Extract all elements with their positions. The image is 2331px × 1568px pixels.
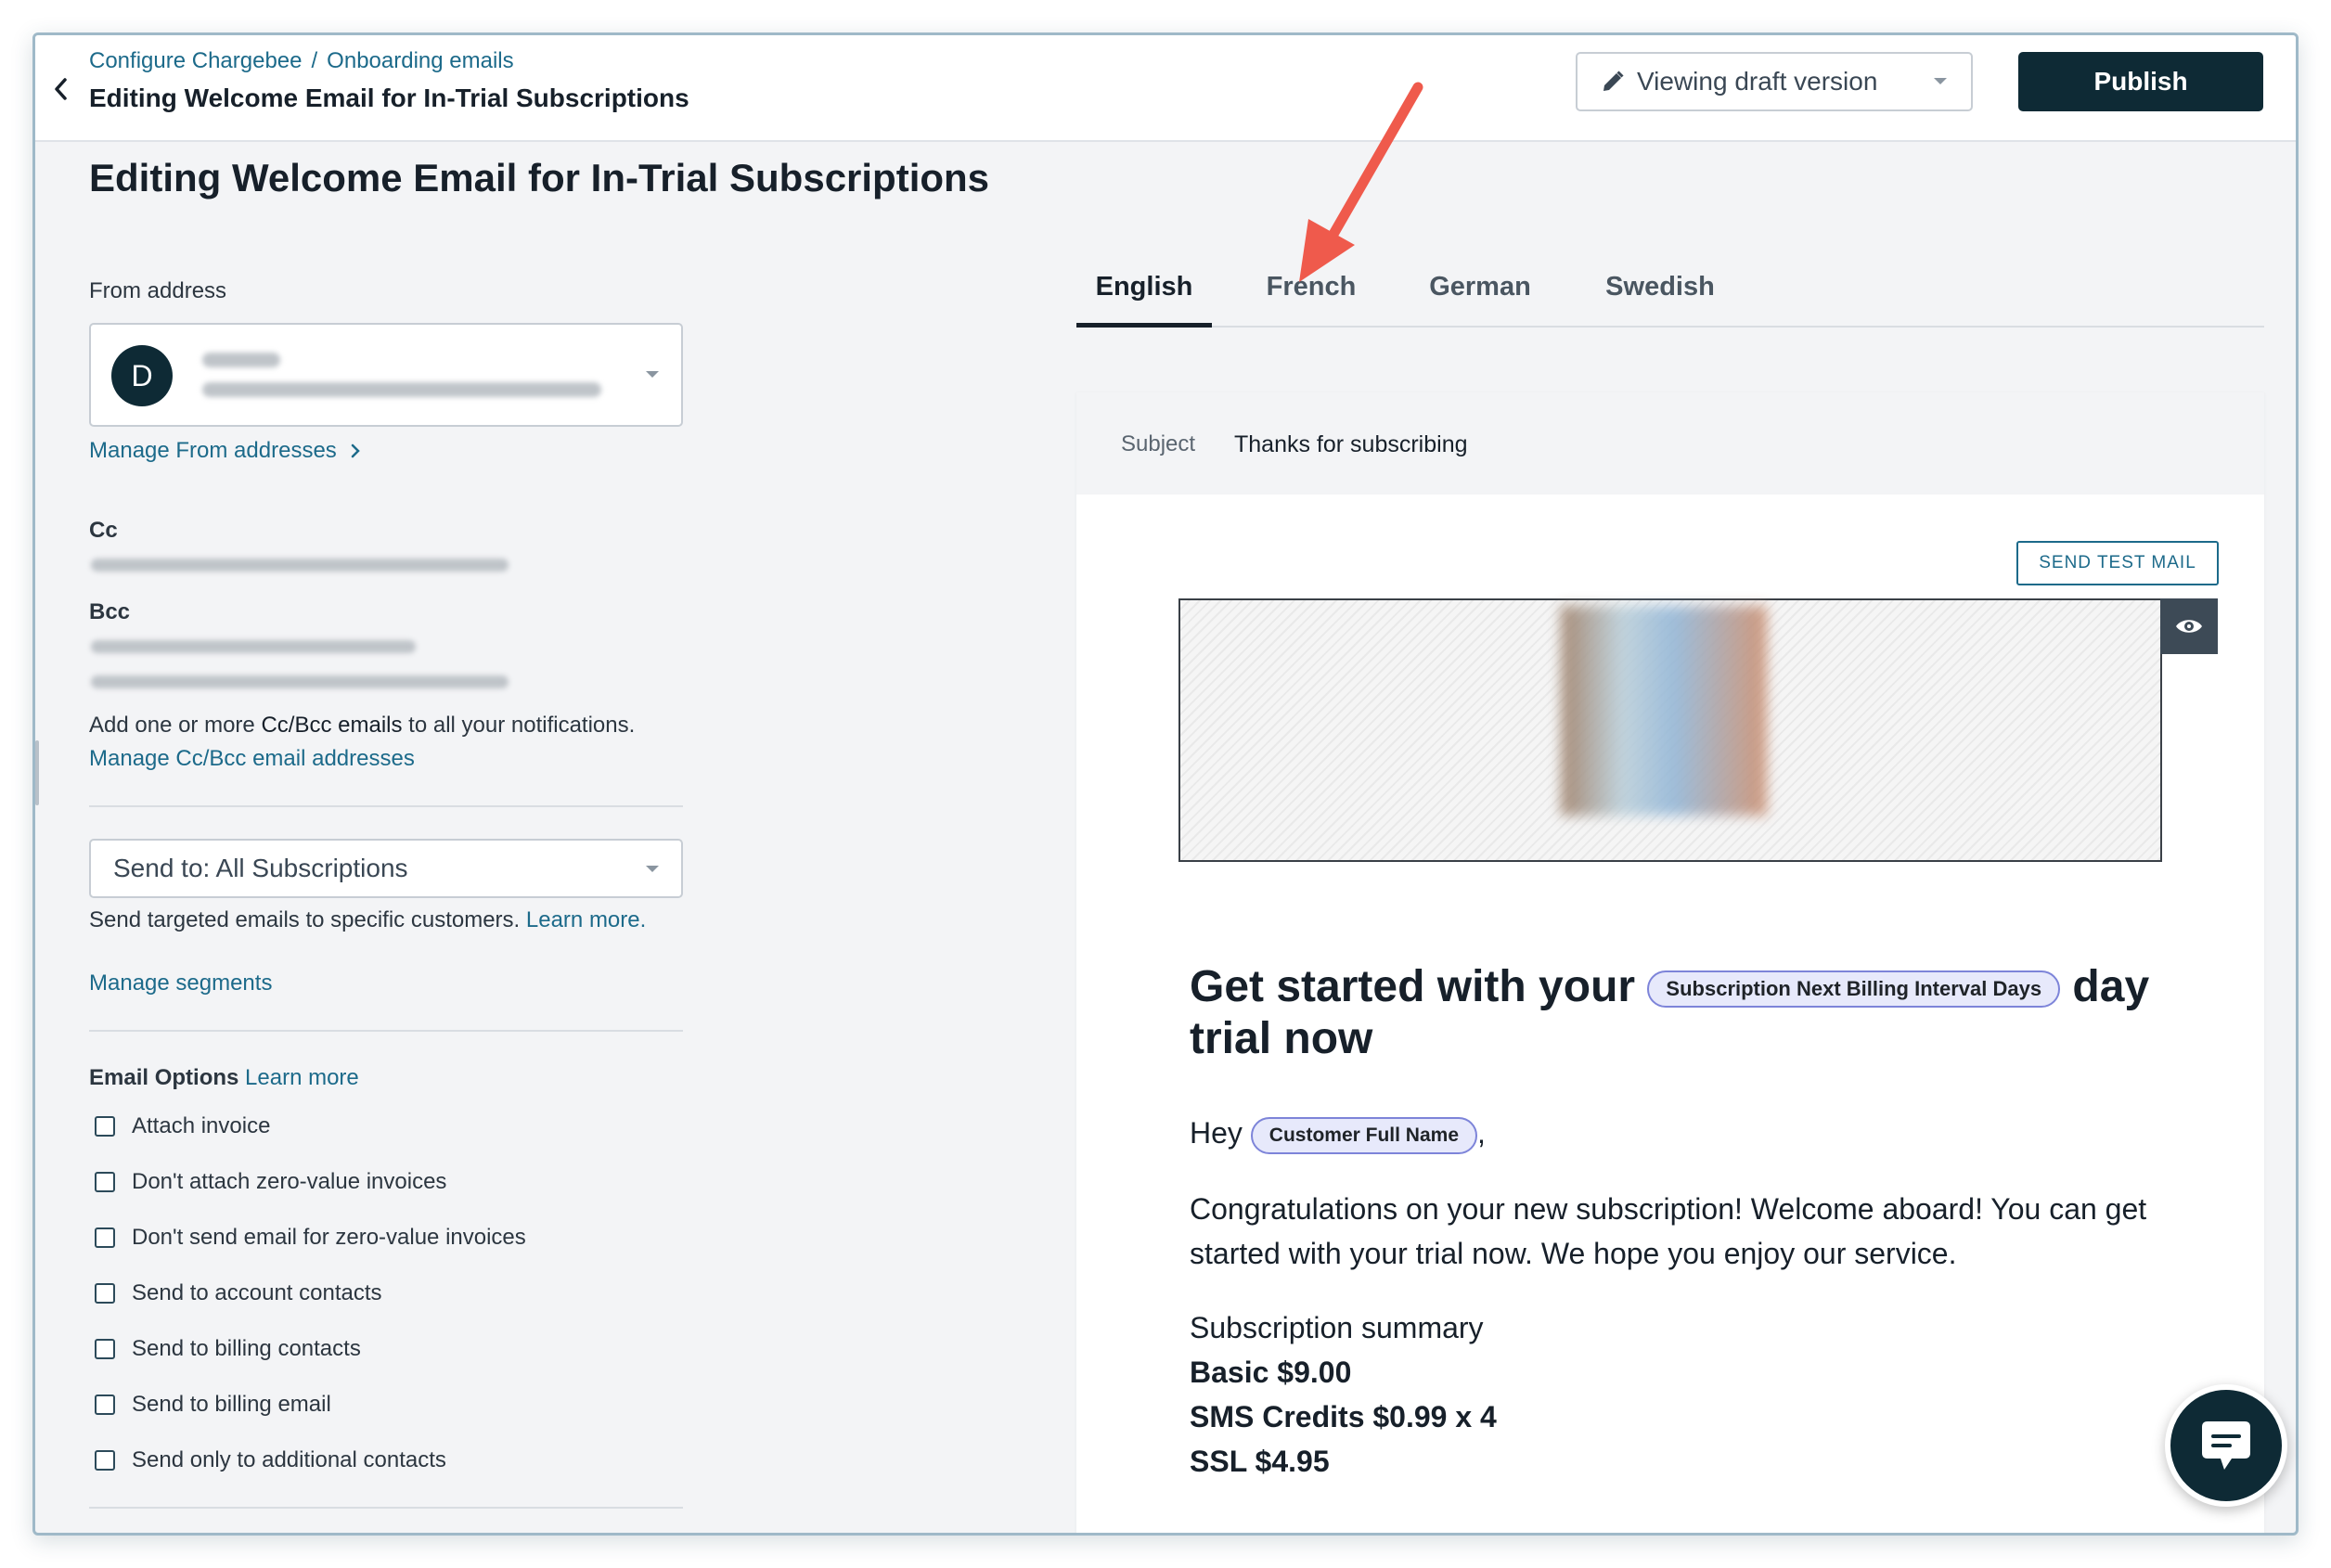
send-to-select[interactable]: Send to: All Subscriptions: [89, 839, 683, 898]
cc-help-text: Add one or more Cc/Bcc emails to all you…: [89, 713, 635, 739]
heading-text-after: day: [2072, 962, 2150, 1011]
greeting: Hey Customer Full Name,: [1190, 1116, 1486, 1154]
heading-line-2: trial now: [1190, 1014, 1373, 1063]
checkbox[interactable]: [95, 1339, 115, 1359]
breadcrumb-separator: /: [311, 48, 318, 73]
checkbox[interactable]: [95, 1172, 115, 1192]
divider: [89, 1507, 683, 1509]
checkbox[interactable]: [95, 1283, 115, 1304]
cc-help-bold: Cc/Bcc emails: [261, 713, 403, 738]
option-label: Don't send email for zero-value invoices: [132, 1225, 526, 1250]
scroll-handle[interactable]: [35, 740, 39, 805]
chevron-left-icon: [55, 78, 67, 100]
checkbox[interactable]: [95, 1116, 115, 1137]
subject-value[interactable]: Thanks for subscribing: [1234, 431, 1468, 458]
summary-line-basic: Basic $9.00: [1190, 1356, 1352, 1389]
send-to-help-text: Send targeted emails to specific custome…: [89, 907, 521, 932]
chat-icon: [2202, 1421, 2250, 1470]
email-paragraph: Congratulations on your new subscription…: [1190, 1192, 2147, 1270]
breadcrumb-configure[interactable]: Configure Chargebee: [89, 48, 303, 74]
send-test-mail-button[interactable]: SEND TEST MAIL: [2016, 541, 2219, 585]
publish-button[interactable]: Publish: [2018, 52, 2263, 111]
greeting-text: Hey: [1190, 1116, 1243, 1150]
language-tabs: English French German Swedish: [1076, 272, 2264, 328]
option-label: Send to billing contacts: [132, 1336, 361, 1361]
breadcrumb: Configure Chargebee / Onboarding emails: [89, 48, 514, 74]
option-attach-invoice[interactable]: Attach invoice: [95, 1113, 270, 1139]
option-no-zero-value-attach[interactable]: Don't attach zero-value invoices: [95, 1169, 446, 1195]
divider: [89, 1030, 683, 1032]
email-options-title: Email Options Learn more: [89, 1065, 359, 1091]
caret-down-icon: [1934, 78, 1947, 84]
tab-english[interactable]: English: [1076, 272, 1212, 328]
caret-down-icon: [646, 371, 659, 378]
option-account-contacts[interactable]: Send to account contacts: [95, 1280, 382, 1306]
cc-help-prefix: Add one or more: [89, 713, 255, 738]
chevron-right-icon: [351, 443, 360, 458]
avatar: D: [111, 345, 173, 406]
option-label: Send to account contacts: [132, 1280, 382, 1305]
heading-text-before: Get started with your: [1190, 962, 1636, 1011]
manage-segments-link[interactable]: Manage segments: [89, 970, 272, 996]
top-bar: Configure Chargebee / Onboarding emails …: [35, 35, 2296, 142]
version-select-label: Viewing draft version: [1637, 67, 1878, 96]
blurred-photo: [1561, 606, 1767, 816]
variable-pill-billing-interval[interactable]: Subscription Next Billing Interval Days: [1647, 970, 2061, 1009]
summary-line-sms: SMS Credits $0.99 x 4: [1190, 1400, 1497, 1433]
manage-from-label: Manage From addresses: [89, 438, 337, 463]
option-billing-contacts[interactable]: Send to billing contacts: [95, 1336, 361, 1362]
email-options-learn-more-link[interactable]: Learn more: [245, 1065, 359, 1090]
from-address-label: From address: [89, 278, 227, 303]
option-no-zero-value-email[interactable]: Don't send email for zero-value invoices: [95, 1225, 526, 1251]
header-image-block[interactable]: [1178, 598, 2162, 862]
subject-label: Subject: [1121, 431, 1196, 456]
page-title: Editing Welcome Email for In-Trial Subsc…: [89, 156, 990, 199]
divider: [89, 805, 683, 807]
manage-from-addresses-link[interactable]: Manage From addresses: [89, 438, 361, 464]
option-label: Send to billing email: [132, 1392, 331, 1417]
manage-cc-bcc-link[interactable]: Manage Cc/Bcc email addresses: [89, 746, 415, 772]
version-select[interactable]: Viewing draft version: [1576, 52, 1973, 111]
from-address-select[interactable]: D: [89, 323, 683, 427]
redacted-sender-email: [202, 382, 601, 397]
email-options-label: Email Options: [89, 1065, 239, 1090]
checkbox[interactable]: [95, 1450, 115, 1471]
send-to-help: Send targeted emails to specific custome…: [89, 907, 646, 933]
greeting-suffix: ,: [1477, 1116, 1486, 1150]
send-to-learn-more-link[interactable]: Learn more.: [526, 907, 646, 932]
email-preview: Subject Thanks for subscribing SEND TEST…: [1076, 392, 2264, 1533]
redacted-sender-name: [202, 353, 280, 367]
subject-bar: Subject Thanks for subscribing: [1076, 392, 2264, 495]
chat-launcher-button[interactable]: [2165, 1384, 2287, 1507]
header-title: Editing Welcome Email for In-Trial Subsc…: [89, 84, 689, 112]
email-heading: Get started with your Subscription Next …: [1190, 961, 2192, 1065]
redacted-cc-email: [91, 559, 509, 572]
summary-title: Subscription summary: [1190, 1311, 1484, 1344]
bcc-label: Bcc: [89, 599, 131, 624]
caret-down-icon: [646, 866, 659, 872]
cc-help-suffix: to all your notifications.: [408, 713, 636, 738]
app-window: Configure Chargebee / Onboarding emails …: [32, 32, 2299, 1536]
option-billing-email[interactable]: Send to billing email: [95, 1392, 331, 1418]
send-to-value: Send to: All Subscriptions: [113, 854, 408, 882]
eye-icon: [2176, 620, 2202, 633]
option-additional-contacts[interactable]: Send only to additional contacts: [95, 1447, 446, 1473]
breadcrumb-onboarding-emails[interactable]: Onboarding emails: [327, 48, 513, 74]
tab-swedish[interactable]: Swedish: [1594, 272, 1726, 328]
option-label: Don't attach zero-value invoices: [132, 1169, 447, 1194]
option-label: Attach invoice: [132, 1113, 271, 1138]
summary-line-ssl: SSL $4.95: [1190, 1445, 1330, 1478]
back-button[interactable]: [43, 61, 80, 117]
annotation-arrow: [1299, 82, 1423, 282]
redacted-bcc-email-2: [91, 675, 509, 688]
cc-label: Cc: [89, 518, 118, 543]
option-label: Send only to additional contacts: [132, 1447, 446, 1472]
redacted-bcc-email-1: [91, 640, 416, 653]
checkbox[interactable]: [95, 1227, 115, 1248]
variable-pill-customer-name[interactable]: Customer Full Name: [1250, 1116, 1478, 1154]
toggle-visibility-button[interactable]: [2160, 598, 2218, 654]
pencil-icon: [1603, 71, 1624, 91]
checkbox[interactable]: [95, 1394, 115, 1415]
